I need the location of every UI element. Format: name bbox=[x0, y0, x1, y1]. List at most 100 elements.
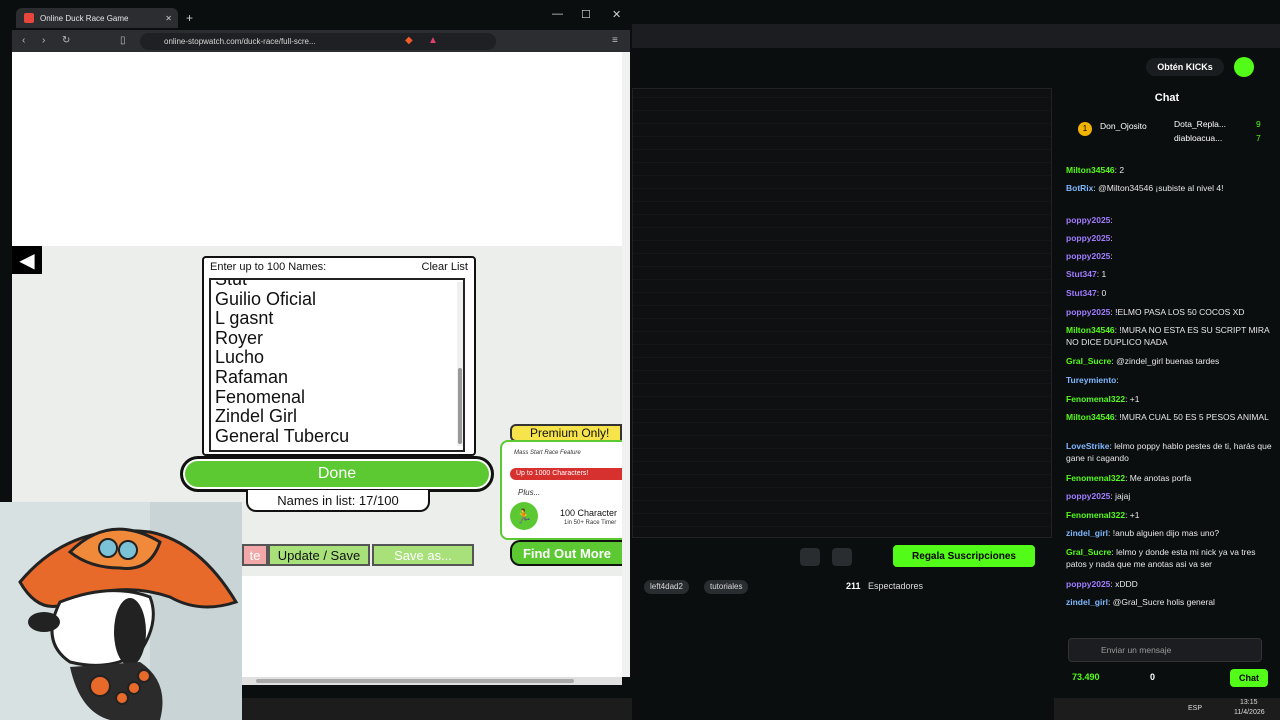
maximize-icon[interactable]: ☐ bbox=[581, 8, 591, 21]
chat-text: : jajaj bbox=[1110, 491, 1131, 501]
top-user: diabloacua... bbox=[1174, 133, 1223, 143]
names-panel: Enter up to 100 Names: Clear List Stut G… bbox=[202, 256, 476, 456]
list-item: General Tubercu bbox=[215, 425, 350, 446]
chat-message: Milton34546: !MURA NO ESTA ES SU SCRIPT … bbox=[1066, 324, 1276, 348]
delete-button[interactable]: te bbox=[242, 544, 268, 566]
top-user: Dota_Repla... bbox=[1174, 119, 1226, 129]
list-item: Lucho bbox=[215, 347, 265, 368]
close-tab-icon[interactable]: ✕ bbox=[165, 14, 172, 23]
chat-input[interactable]: Enviar un mensaje bbox=[1068, 638, 1262, 662]
bell-icon[interactable] bbox=[800, 548, 820, 566]
names-textarea[interactable]: Stut Guilio Oficial L gasnt Royer Lucho … bbox=[209, 278, 465, 452]
browser-tab[interactable]: Online Duck Race Game ✕ bbox=[16, 8, 178, 28]
chat-message: Milton34546: !MURA CUAL 50 ES 5 PESOS AN… bbox=[1066, 411, 1276, 423]
brave-shield-icon[interactable]: ◆ bbox=[405, 35, 413, 46]
chat-text: : +1 bbox=[1125, 394, 1140, 404]
list-item: Rafaman bbox=[215, 366, 289, 387]
forward-icon[interactable]: › bbox=[42, 35, 45, 46]
bookmark-icon[interactable]: ▯ bbox=[120, 35, 126, 46]
update-save-button[interactable]: Update / Save bbox=[268, 544, 370, 566]
chat-message: poppy2025: bbox=[1066, 232, 1276, 244]
chat-message: Gral_Sucre: lelmo y donde esta mi nick y… bbox=[1066, 546, 1276, 570]
heart-icon[interactable] bbox=[832, 548, 852, 566]
chat-message: Milton34546: 2 bbox=[1066, 164, 1276, 176]
chat-username[interactable]: Fenomenal322 bbox=[1066, 473, 1125, 483]
chat-username[interactable]: Milton34546 bbox=[1066, 325, 1115, 335]
chat-message: Stut347: 0 bbox=[1066, 287, 1276, 299]
chat-username[interactable]: Fenomenal322 bbox=[1066, 510, 1125, 520]
chat-username[interactable]: Stut347 bbox=[1066, 288, 1097, 298]
chat-username[interactable]: BotRix bbox=[1066, 183, 1093, 193]
chat-text: : Me anotas porfa bbox=[1125, 473, 1192, 483]
chat-text: : bbox=[1110, 215, 1113, 225]
chat-username[interactable]: poppy2025 bbox=[1066, 215, 1110, 225]
chat-username[interactable]: Milton34546 bbox=[1066, 165, 1115, 175]
list-item: L gasnt bbox=[215, 308, 274, 329]
viewer-label: Espectadores bbox=[868, 581, 924, 591]
tab-title: Online Duck Race Game bbox=[40, 13, 129, 23]
address-bar[interactable]: online-stopwatch.com/duck-race/full-scre… bbox=[140, 33, 496, 50]
system-tray: ESP 13:15 11/4/2026 bbox=[1054, 698, 1280, 720]
regala-suscripciones-button[interactable]: Regala Suscripciones bbox=[893, 545, 1035, 567]
tag-chip[interactable]: left4dad2 bbox=[644, 580, 689, 594]
chat-username[interactable]: Fenomenal322 bbox=[1066, 394, 1125, 404]
back-arrow-button[interactable]: ◀ bbox=[12, 246, 42, 274]
horizontal-scrollbar-thumb[interactable] bbox=[256, 679, 574, 683]
chat-username[interactable]: Gral_Sucre bbox=[1066, 356, 1111, 366]
chat-username[interactable]: zindel_girl bbox=[1066, 597, 1108, 607]
chat-message: Fenomenal322: Me anotas porfa bbox=[1066, 472, 1276, 484]
chat-username[interactable]: Tureymiento bbox=[1066, 375, 1116, 385]
chat-username[interactable]: Milton34546 bbox=[1066, 412, 1115, 422]
nested-stream-capture bbox=[633, 89, 1051, 537]
chat-message: Gral_Sucre: @zindel_girl buenas tardes bbox=[1066, 355, 1276, 367]
minimize-icon[interactable]: — bbox=[552, 8, 563, 20]
list-item: Fenomenal bbox=[215, 386, 306, 407]
obten-kicks-button[interactable]: Obtén KICKs bbox=[1146, 58, 1224, 76]
rank-badge: 1 bbox=[1078, 122, 1092, 136]
chat-message: Fenomenal322: +1 bbox=[1066, 393, 1276, 405]
save-as-button[interactable]: Save as... bbox=[372, 544, 474, 566]
chat-username[interactable]: LoveStrike bbox=[1066, 441, 1109, 451]
timers-title: 100 Character bbox=[560, 508, 618, 518]
reload-icon[interactable]: ↻ bbox=[62, 35, 70, 46]
chat-username[interactable]: Stut347 bbox=[1066, 269, 1097, 279]
stream-video bbox=[632, 88, 1052, 538]
brave-rewards-icon[interactable]: ▲ bbox=[428, 35, 438, 46]
tag-chip[interactable]: tutoriales bbox=[704, 580, 749, 594]
user-avatar[interactable] bbox=[1234, 57, 1254, 77]
back-icon[interactable]: ‹ bbox=[22, 35, 25, 46]
chat-text: : 1 bbox=[1096, 269, 1107, 279]
done-button[interactable]: Done bbox=[180, 456, 494, 492]
duck-favicon-icon bbox=[24, 13, 34, 23]
viewer-count: 211 bbox=[846, 581, 861, 591]
chat-text: : bbox=[1116, 375, 1119, 385]
chat-username[interactable]: poppy2025 bbox=[1066, 579, 1110, 589]
chat-text: : @Gral_Sucre holis general bbox=[1108, 597, 1215, 607]
chat-send-button[interactable]: Chat bbox=[1230, 669, 1268, 687]
chat-text: : @Milton34546 ¡subiste al nivel 4! bbox=[1093, 183, 1224, 193]
list-item: Zindel Girl bbox=[215, 406, 298, 427]
top-count: 7 bbox=[1256, 133, 1261, 143]
chat-username[interactable]: poppy2025 bbox=[1066, 491, 1110, 501]
find-out-more-button[interactable]: Find Out More bbox=[510, 540, 622, 566]
chat-username[interactable]: poppy2025 bbox=[1066, 233, 1110, 243]
right-browser-toolbar bbox=[632, 24, 1280, 48]
list-item: Stut bbox=[215, 278, 248, 289]
top-user: Don_Ojosito bbox=[1100, 121, 1147, 131]
plus-label: Plus... bbox=[518, 488, 541, 497]
chat-username[interactable]: poppy2025 bbox=[1066, 251, 1110, 261]
clear-list-button[interactable]: Clear List bbox=[422, 261, 468, 273]
chat-message: zindel_girl: !anub alguien dijo mas uno? bbox=[1066, 527, 1276, 539]
chat-username[interactable]: poppy2025 bbox=[1066, 307, 1110, 317]
vertical-scrollbar[interactable] bbox=[622, 52, 630, 677]
close-window-icon[interactable]: ✕ bbox=[612, 8, 621, 21]
list-item: Guilio Oficial bbox=[215, 288, 317, 309]
premium-promo[interactable]: Mass Start Race Feature Up to 1000 Chara… bbox=[500, 440, 622, 540]
menu-icon[interactable]: ≡ bbox=[612, 35, 618, 46]
clock-date: 11/4/2026 bbox=[1234, 709, 1265, 716]
list-scrollbar-thumb[interactable] bbox=[458, 368, 462, 444]
chat-username[interactable]: Gral_Sucre bbox=[1066, 547, 1111, 557]
chat-username[interactable]: zindel_girl bbox=[1066, 528, 1108, 538]
new-tab-icon[interactable]: + bbox=[186, 11, 193, 25]
chat-message: poppy2025: jajaj bbox=[1066, 490, 1276, 502]
